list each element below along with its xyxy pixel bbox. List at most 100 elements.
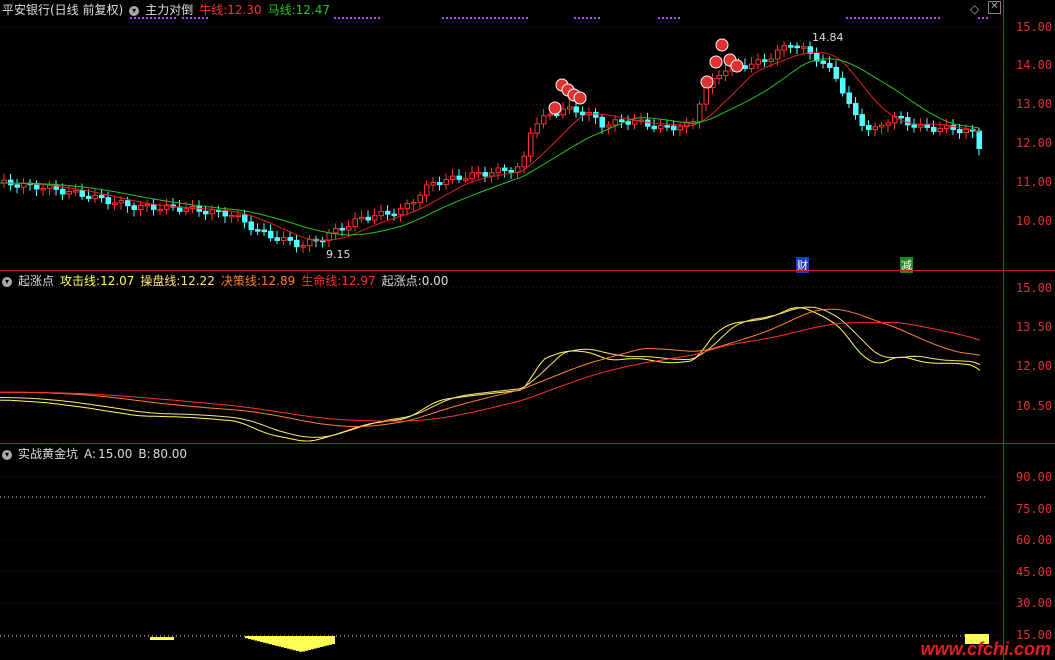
candle-body bbox=[307, 238, 313, 247]
candle-body bbox=[671, 125, 677, 131]
candle-body bbox=[79, 190, 85, 197]
signal-dot bbox=[878, 17, 880, 19]
signal-dot bbox=[130, 17, 132, 19]
candle-body bbox=[482, 172, 488, 177]
candle-body bbox=[599, 116, 605, 128]
candle-body bbox=[411, 201, 417, 205]
candle-body bbox=[261, 229, 267, 233]
signal-dot bbox=[334, 17, 336, 19]
signal-dot bbox=[166, 17, 168, 19]
candle-body bbox=[794, 45, 800, 49]
signal-dot bbox=[182, 17, 184, 19]
signal-dot bbox=[586, 17, 588, 19]
signal-dot bbox=[906, 17, 908, 19]
candle-body bbox=[281, 237, 287, 241]
golden-pit-bar bbox=[278, 636, 281, 647]
signal-dot bbox=[866, 17, 868, 19]
golden-pit-bar bbox=[162, 637, 165, 640]
candle-body bbox=[86, 195, 92, 200]
candle-body bbox=[287, 237, 293, 241]
golden-pit-bar bbox=[156, 637, 159, 640]
signal-dot bbox=[910, 17, 912, 19]
golden-pit-bar bbox=[150, 637, 153, 640]
signal-dot bbox=[982, 17, 984, 19]
signal-dot bbox=[490, 17, 492, 19]
candle-body bbox=[924, 124, 930, 128]
signal-dot bbox=[918, 17, 920, 19]
signal-dot bbox=[578, 17, 580, 19]
golden-pit-bar bbox=[290, 636, 293, 650]
signal-dot bbox=[598, 17, 600, 19]
candle-body bbox=[898, 115, 904, 119]
candle-body bbox=[788, 45, 794, 48]
candle-body bbox=[469, 172, 475, 180]
candle-body bbox=[105, 197, 111, 205]
signal-dot bbox=[466, 17, 468, 19]
candle-body bbox=[528, 132, 534, 157]
candle-body bbox=[73, 190, 79, 193]
signal-dot bbox=[594, 17, 596, 19]
candle-body bbox=[833, 66, 839, 79]
signal-dot bbox=[930, 17, 932, 19]
golden-pit-bar bbox=[165, 637, 168, 640]
candle-body bbox=[209, 209, 215, 215]
candle-body bbox=[801, 46, 807, 49]
signal-dot bbox=[882, 17, 884, 19]
golden-pit-bar bbox=[314, 636, 317, 649]
signal-dot bbox=[154, 17, 156, 19]
signal-dot bbox=[470, 17, 472, 19]
golden-pit-bar bbox=[251, 636, 254, 640]
candle-body bbox=[346, 226, 352, 231]
candle-body bbox=[664, 125, 670, 128]
candle-body bbox=[274, 237, 280, 241]
signal-dot bbox=[498, 17, 500, 19]
signal-dot bbox=[202, 17, 204, 19]
signal-dot bbox=[134, 17, 136, 19]
golden-pit-bar bbox=[311, 636, 314, 650]
signal-dot bbox=[898, 17, 900, 19]
signal-dot bbox=[198, 17, 200, 19]
golden-pit-bar bbox=[308, 636, 311, 650]
golden-pit-bar bbox=[266, 636, 269, 644]
golden-pit-bar bbox=[296, 636, 299, 651]
candle-body bbox=[248, 221, 254, 231]
signal-dot bbox=[666, 17, 668, 19]
signal-dot bbox=[886, 17, 888, 19]
candle-body bbox=[976, 130, 982, 150]
signal-dot bbox=[462, 17, 464, 19]
candle-body bbox=[391, 213, 397, 217]
signal-dot bbox=[874, 17, 876, 19]
candle-body bbox=[567, 106, 573, 110]
candle-body bbox=[918, 124, 924, 128]
signal-dot bbox=[858, 17, 860, 19]
candle-body bbox=[859, 114, 865, 126]
golden-pit-bar bbox=[326, 636, 329, 646]
golden-pit-bar bbox=[293, 636, 296, 651]
candle-body bbox=[846, 92, 852, 104]
candle-body bbox=[547, 113, 553, 117]
signal-dot bbox=[478, 17, 480, 19]
signal-dot bbox=[354, 17, 356, 19]
signal-dot bbox=[342, 17, 344, 19]
signal-dot bbox=[150, 17, 152, 19]
candle-body bbox=[820, 60, 826, 64]
candle-body bbox=[755, 59, 761, 65]
signal-dot bbox=[678, 17, 680, 19]
candle-body bbox=[125, 200, 131, 207]
candle-body bbox=[8, 179, 14, 186]
signal-dot bbox=[934, 17, 936, 19]
signal-dot bbox=[190, 17, 192, 19]
candle-body bbox=[541, 115, 547, 125]
signal-dot bbox=[938, 17, 940, 19]
golden-pit-bar bbox=[159, 637, 162, 640]
signal-dot bbox=[674, 17, 676, 19]
signal-dot bbox=[526, 17, 528, 19]
candle-body bbox=[463, 178, 469, 181]
niu-line bbox=[0, 51, 981, 241]
candle-body bbox=[326, 232, 332, 241]
candle-body bbox=[222, 209, 228, 217]
signal-dot bbox=[474, 17, 476, 19]
candle-body bbox=[749, 63, 755, 69]
signal-ball bbox=[715, 38, 729, 52]
signal-ball bbox=[700, 75, 714, 89]
